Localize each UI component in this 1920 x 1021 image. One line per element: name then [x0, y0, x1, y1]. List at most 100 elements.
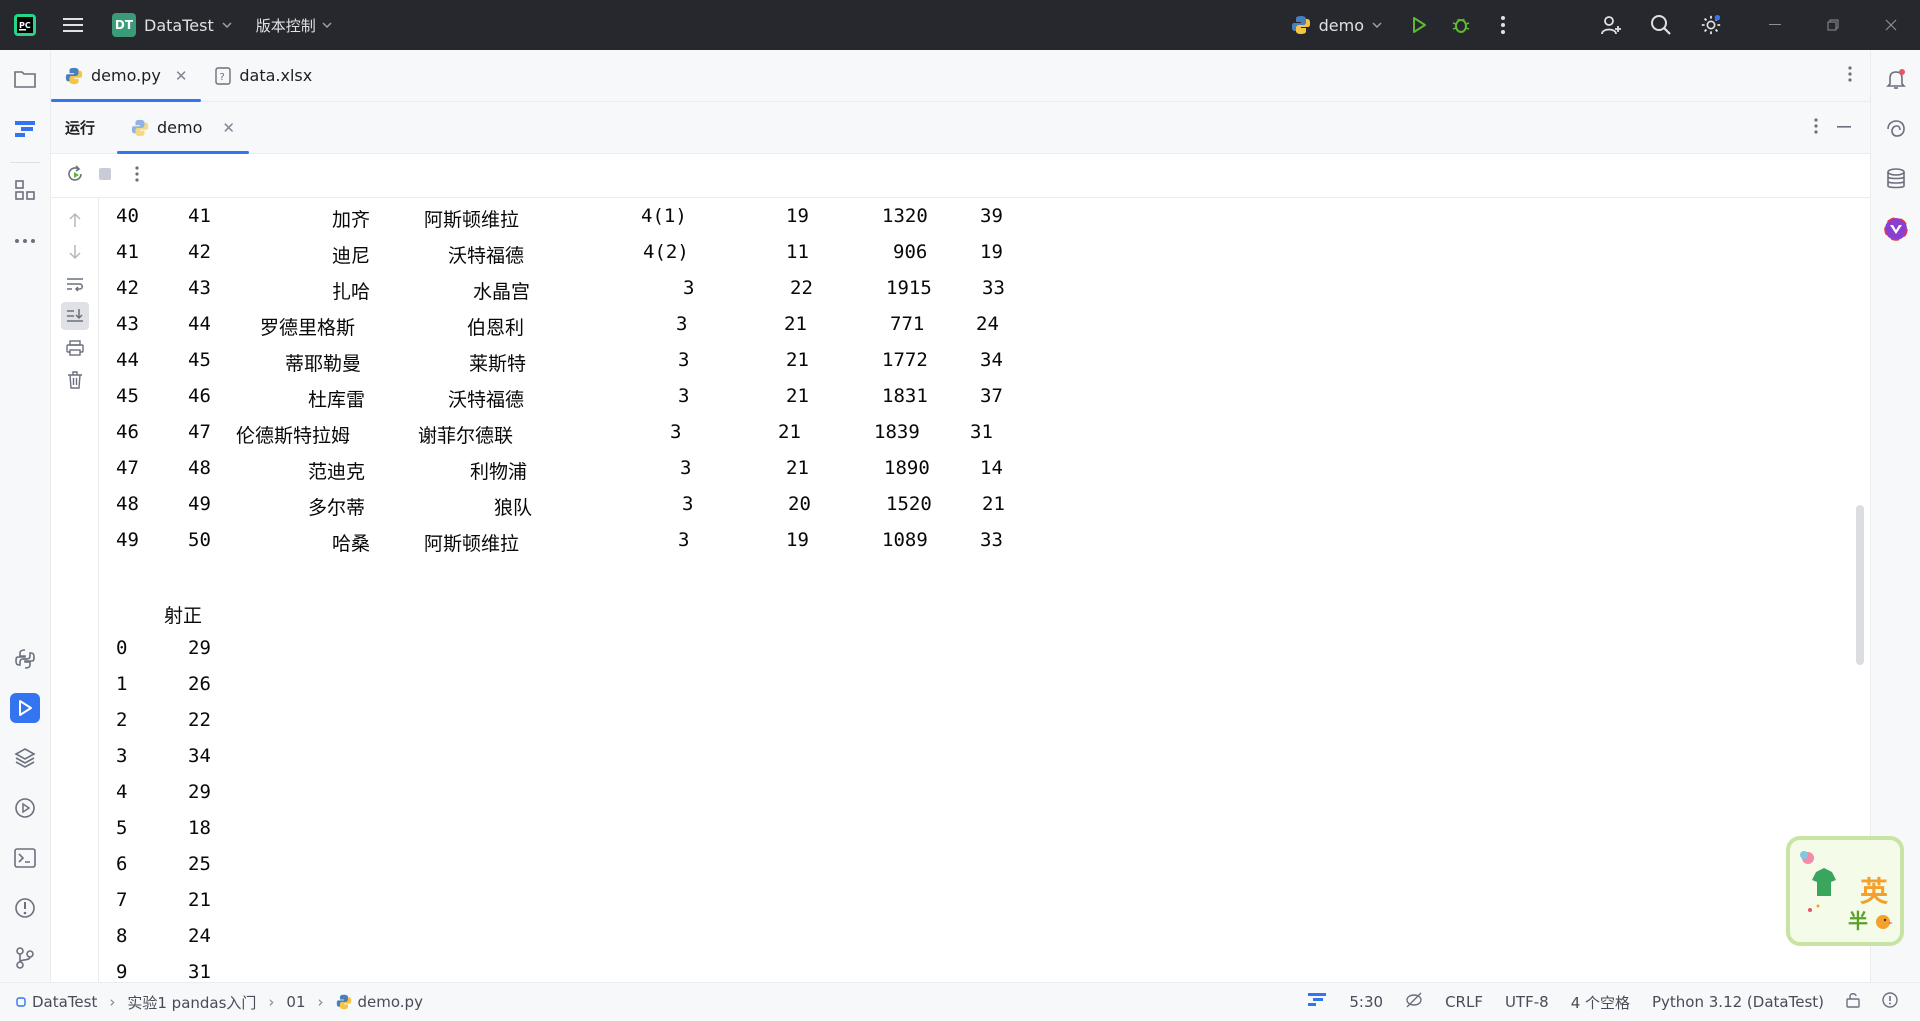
vcs-selector[interactable]: 版本控制: [256, 15, 332, 36]
left-tool-strip: [0, 50, 51, 982]
tab-data-xlsx[interactable]: ? data.xlsx: [201, 50, 326, 102]
module-icon: [16, 997, 26, 1007]
clear-all-trash-icon[interactable]: [61, 366, 89, 394]
breadcrumb: DataTest › 实验1 pandas入门 › 01 › demo.py: [16, 992, 423, 1013]
cell-position: 3: [682, 493, 694, 515]
run-icon[interactable]: [1408, 14, 1430, 36]
unlock-icon[interactable]: [1846, 992, 1860, 1012]
file-encoding[interactable]: UTF-8: [1505, 993, 1549, 1011]
close-run-tab-icon[interactable]: ✕: [222, 119, 235, 137]
terminal-icon[interactable]: [10, 843, 40, 873]
project-folder-icon[interactable]: [10, 64, 40, 94]
breadcrumb-project[interactable]: DataTest: [32, 993, 97, 1011]
python-icon: [1291, 16, 1310, 34]
pycharm-logo-icon[interactable]: PC: [13, 13, 37, 37]
structure-icon[interactable]: [10, 114, 40, 144]
run-tab-demo[interactable]: demo ✕: [117, 102, 249, 154]
add-user-icon[interactable]: [1600, 14, 1622, 36]
rerun-icon[interactable]: [65, 164, 85, 188]
python-console-icon[interactable]: [10, 644, 40, 674]
tab-demo-py[interactable]: demo.py ✕: [51, 50, 202, 102]
breadcrumb-folder[interactable]: 实验1 pandas入门: [127, 992, 256, 1013]
line-ending[interactable]: CRLF: [1445, 993, 1483, 1011]
python-file-icon: [336, 994, 351, 1010]
floating-sticker-widget[interactable]: 英 半: [1786, 836, 1904, 946]
breadcrumb-file[interactable]: demo.py: [358, 993, 423, 1011]
cell-value: 22: [188, 709, 211, 731]
cell-age: 19: [786, 205, 809, 227]
series-row: 8 24: [100, 918, 1856, 954]
cell-player: 哈桑: [332, 533, 371, 555]
layers-icon[interactable]: [10, 743, 40, 773]
stop-icon[interactable]: [97, 166, 113, 186]
more-tools-icon[interactable]: [10, 226, 40, 256]
cell-club: 狼队: [494, 497, 533, 519]
plugin-logo-icon[interactable]: [1881, 214, 1911, 244]
chevron-right-icon: ›: [109, 993, 116, 1011]
search-icon[interactable]: [1650, 14, 1672, 36]
warning-indicator-icon[interactable]: [1882, 992, 1898, 1012]
notifications-bell-icon[interactable]: [1881, 64, 1911, 94]
table-row: 48 49 多尔蒂 狼队 3 20 1520 21: [100, 486, 1856, 522]
console-scrollbar[interactable]: [1856, 505, 1864, 665]
row-index: 5: [116, 817, 128, 839]
print-icon[interactable]: [61, 334, 89, 362]
breadcrumb-subfolder[interactable]: 01: [286, 993, 305, 1011]
cell-value: 31: [188, 961, 211, 982]
sticker-char-1: 英: [1860, 875, 1889, 908]
minimize-window-icon[interactable]: [1746, 0, 1804, 50]
series-header-row: 射正: [100, 594, 1856, 630]
cell-number: 49: [188, 493, 211, 515]
soft-wrap-icon[interactable]: [61, 270, 89, 298]
settings-gear-icon[interactable]: [1700, 14, 1722, 36]
scroll-to-end-icon[interactable]: [61, 302, 89, 330]
row-index: 0: [116, 637, 128, 659]
chevron-down-icon: [222, 22, 232, 29]
scroll-down-icon[interactable]: [61, 238, 89, 266]
close-tab-icon[interactable]: ✕: [175, 67, 188, 85]
indent-setting[interactable]: 4 个空格: [1571, 992, 1630, 1013]
hide-panel-icon[interactable]: [1836, 118, 1852, 138]
series-row: 7 21: [100, 882, 1856, 918]
cell-value: 1915: [886, 277, 932, 299]
services-icon[interactable]: [10, 793, 40, 823]
table-row: 46 47 伦德斯特拉姆 谢菲尔德联 3 21 1839 31: [100, 414, 1856, 450]
problems-icon[interactable]: [10, 893, 40, 923]
python-file-icon: [65, 67, 83, 84]
project-selector[interactable]: DT DataTest: [106, 9, 238, 41]
cell-value: 29: [188, 637, 211, 659]
cell-age: 22: [790, 277, 813, 299]
main-menu-icon[interactable]: [62, 14, 84, 36]
cell-value: 26: [188, 673, 211, 695]
run-config-selector[interactable]: demo: [1291, 15, 1382, 35]
cell-player: 扎哈: [332, 281, 371, 303]
ai-assistant-icon[interactable]: [1881, 114, 1911, 144]
cell-age: 21: [784, 313, 807, 335]
cell-value: 1831: [882, 385, 928, 407]
restore-window-icon[interactable]: [1804, 0, 1862, 50]
cell-club: 谢菲尔德联: [418, 425, 514, 447]
run-tool-window-icon[interactable]: [10, 693, 40, 723]
close-window-icon[interactable]: [1862, 0, 1920, 50]
cell-last: 33: [980, 529, 1003, 551]
more-tabs-icon[interactable]: [1848, 65, 1852, 86]
row-index: 48: [116, 493, 139, 515]
run-panel-options-icon[interactable]: [1814, 117, 1818, 138]
row-index: 44: [116, 349, 139, 371]
structure-widget-icon[interactable]: [1307, 992, 1327, 1012]
scroll-up-icon[interactable]: [61, 206, 89, 234]
database-icon[interactable]: [1881, 164, 1911, 194]
python-interpreter[interactable]: Python 3.12 (DataTest): [1652, 993, 1824, 1011]
debug-icon[interactable]: [1450, 14, 1472, 36]
table-row: 45 46 杜库雷 沃特福德 3 21 1831 37: [100, 378, 1856, 414]
git-branch-icon[interactable]: [10, 943, 40, 973]
row-index: 1: [116, 673, 128, 695]
more-run-actions-icon[interactable]: [135, 165, 139, 186]
cell-club: 沃特福德: [448, 245, 525, 267]
console-output[interactable]: 40 41 加齐 阿斯顿维拉 4(1) 19 1320 39 41 42 迪尼 …: [100, 198, 1856, 982]
series-row: 2 22: [100, 702, 1856, 738]
plugins-icon[interactable]: [10, 175, 40, 205]
more-actions-icon[interactable]: [1492, 14, 1514, 36]
caret-position[interactable]: 5:30: [1349, 993, 1383, 1011]
inspection-off-icon[interactable]: [1405, 992, 1423, 1012]
